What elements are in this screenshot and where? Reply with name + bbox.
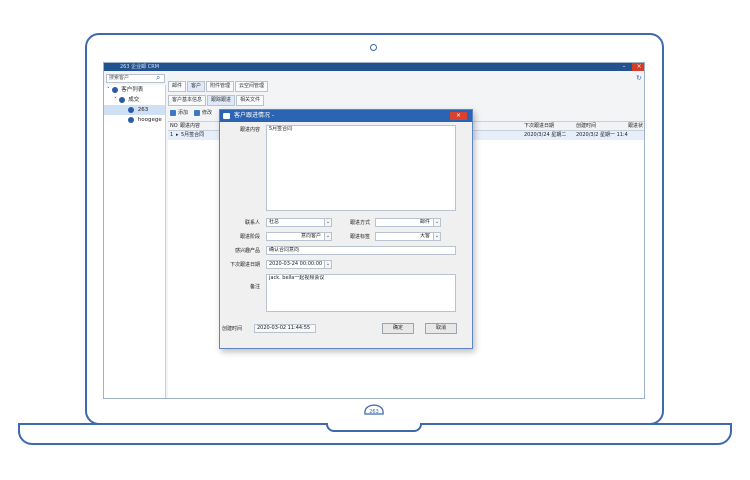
refresh-icon[interactable]: ↻ — [636, 74, 642, 82]
tree-item-customer-list[interactable]: ˅ 客户列表 — [104, 85, 165, 95]
header-next-date: 下次跟进日期 — [524, 123, 555, 129]
brand-logo: 263 — [364, 404, 384, 415]
app-icon — [223, 113, 230, 119]
brand-logo-text: 263 — [369, 409, 379, 415]
app-window: 263 企业邮 CRM – × 搜索客户 ⌕ ˅ 客户列表 ˅ 成交 263 h… — [103, 62, 645, 399]
chevron-down-icon[interactable]: ⌄ — [433, 233, 440, 240]
cell-created: 2020/3/2 星期一 11:4 — [576, 132, 628, 138]
stage-select[interactable]: 意向客户 ⌄ — [266, 232, 332, 241]
tab-basic-info[interactable]: 客户基本信息 — [168, 95, 207, 106]
sub-tabs: 客户基本信息 跟踪跟进 相关文件 — [168, 95, 265, 106]
tab-attachments[interactable]: 附件管理 — [206, 81, 235, 92]
chevron-down-icon[interactable]: ⌄ — [324, 261, 331, 268]
laptop-notch — [326, 423, 422, 432]
created-label: 创建时间 — [222, 326, 243, 332]
tree-item-deal[interactable]: ˅ 成交 — [104, 95, 165, 105]
tab-mail[interactable]: 邮件 — [168, 81, 187, 92]
dialog-close-button[interactable]: × — [450, 112, 467, 120]
note-textarea[interactable]: jack. bella一起视频会议 — [266, 274, 456, 312]
top-tabs: 邮件 客户 附件管理 云空间管理 — [168, 81, 269, 92]
tab-files[interactable]: 相关文件 — [236, 95, 265, 106]
group-icon — [118, 96, 125, 103]
customer-tree: ˅ 客户列表 ˅ 成交 263 hoogege — [104, 85, 166, 398]
window-titlebar — [104, 63, 644, 71]
tab-follow-up[interactable]: 跟踪跟进 — [207, 95, 236, 106]
tag-select[interactable]: 大客 ⌄ — [375, 232, 441, 241]
contact-label: 联系人 — [244, 220, 260, 226]
cell-no: 1 — [170, 132, 174, 138]
cancel-button[interactable]: 取消 — [425, 323, 457, 334]
tab-cloud[interactable]: 云空间管理 — [235, 81, 269, 92]
created-field: 2020-03-02 11:44:55 — [254, 324, 316, 333]
next-date-label: 下次跟进日期 — [229, 262, 260, 268]
person-icon — [128, 106, 134, 113]
edit-icon — [194, 109, 201, 116]
group-icon — [111, 86, 118, 93]
product-input[interactable]: 确认合同意向 — [266, 246, 456, 255]
follow-up-dialog: 客户跟进情况 - × 跟进内容 5月签合同 联系人 杜总 ⌄ 跟进方式 邮件 ⌄… — [219, 109, 473, 349]
header-no: NO — [170, 123, 178, 129]
header-status: 跟进状 — [628, 123, 644, 129]
method-select[interactable]: 邮件 ⌄ — [375, 218, 441, 227]
ok-button[interactable]: 确定 — [382, 323, 414, 334]
dialog-title: 客户跟进情况 - — [220, 110, 472, 122]
chevron-down-icon[interactable]: ˅ — [107, 87, 110, 93]
tree-item-263[interactable]: 263 — [104, 105, 165, 115]
cell-next-date: 2020/3/24 星期二 — [524, 132, 567, 138]
edit-button[interactable]: 修改 — [194, 109, 212, 119]
person-icon — [128, 116, 134, 123]
add-icon — [170, 109, 176, 116]
window-title: 263 企业邮 CRM — [120, 64, 160, 70]
content-textarea[interactable]: 5月签合同 — [266, 125, 456, 211]
note-label: 备注 — [249, 284, 260, 290]
method-label: 跟进方式 — [349, 220, 370, 226]
chevron-down-icon[interactable]: ⌄ — [324, 219, 331, 226]
next-date-picker[interactable]: 2020-03-24 00:00:00 ⌄ — [266, 260, 332, 269]
window-close-button[interactable]: × — [632, 63, 644, 71]
chevron-down-icon[interactable]: ⌄ — [433, 219, 440, 226]
header-content: 跟进内容 — [180, 123, 201, 129]
chevron-down-icon[interactable]: ˅ — [114, 97, 117, 103]
cell-content: 5月签合同 — [181, 132, 205, 138]
tag-label: 跟进标签 — [349, 234, 370, 240]
toolbar: 添加 修改 — [170, 109, 212, 119]
tab-customer[interactable]: 客户 — [187, 81, 206, 92]
content-label: 跟进内容 — [239, 127, 260, 133]
minimize-button[interactable]: – — [618, 63, 630, 71]
header-created: 创建时间 — [576, 123, 597, 129]
stage-label: 跟进阶段 — [239, 234, 260, 240]
tree-item-hoogege[interactable]: hoogege — [104, 115, 165, 125]
row-pointer-icon: ▸ — [176, 132, 179, 138]
product-label: 感兴趣产品 — [234, 248, 260, 254]
search-icon[interactable]: ⌕ — [156, 73, 160, 83]
contact-select[interactable]: 杜总 ⌄ — [266, 218, 332, 227]
chevron-down-icon[interactable]: ⌄ — [324, 233, 331, 240]
camera-icon — [370, 44, 377, 51]
add-button[interactable]: 添加 — [170, 109, 188, 119]
